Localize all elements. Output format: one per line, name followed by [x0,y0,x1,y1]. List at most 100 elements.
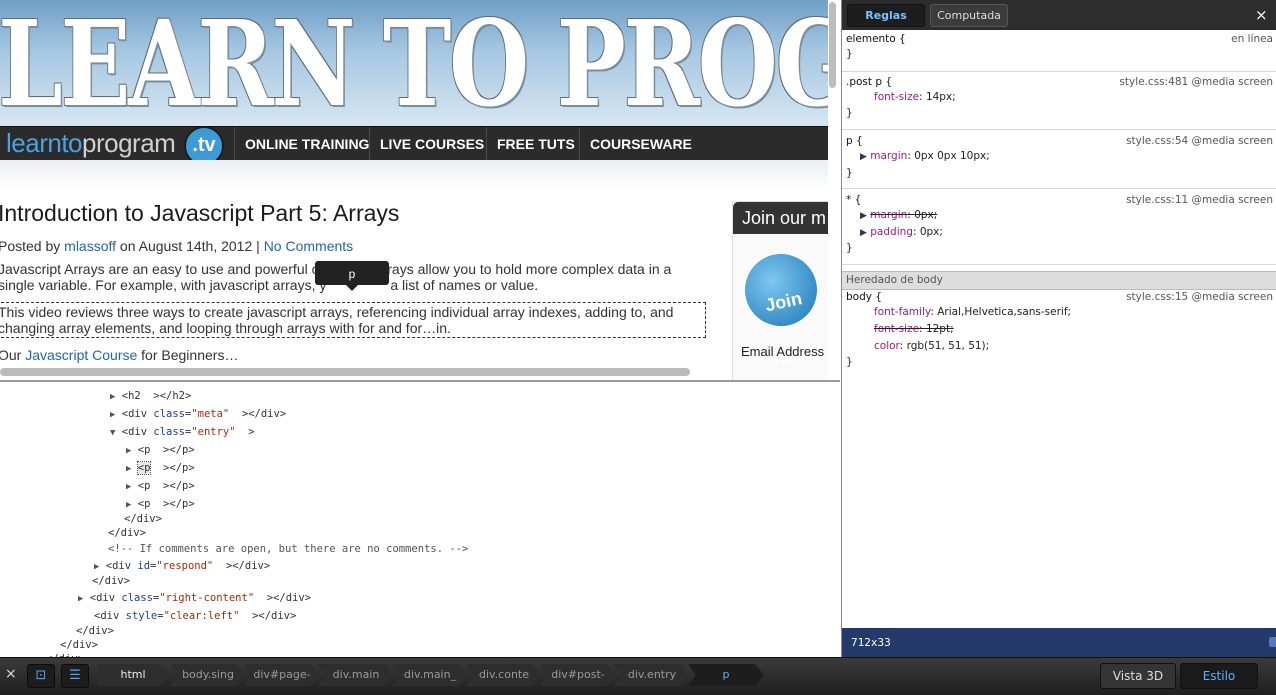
tag-name: div [128,408,147,420]
expand-triangle-icon[interactable]: ▶ [860,211,867,221]
comments-link[interactable]: No Comments [264,238,353,254]
breadcrumb-p-current[interactable]: p [688,664,764,686]
breadcrumb-div-page[interactable]: div#page- [244,664,320,686]
nav-live-courses[interactable]: LIVE COURSES [369,127,494,161]
tag-name: div [261,408,280,420]
rule-source[interactable]: style.css:481 @media screen [1119,76,1273,88]
dom-node-div-clear[interactable]: <div style="clear:left" ></div> [94,608,296,624]
breadcrumb-div-content[interactable]: div.conte [466,664,542,686]
view-3d-button[interactable]: Vista 3D [1100,663,1176,689]
close-icon[interactable]: × [1255,6,1268,24]
tag-name: p [182,462,188,474]
prop-name: font-size [874,323,919,335]
css-declaration[interactable]: font-size: 14px; [874,91,956,103]
prop-value: 14px; [926,91,956,103]
expand-triangle-icon[interactable]: ▶ [94,562,99,572]
prop-value: 0px; [920,226,943,238]
attr-value: "right-content" [159,592,254,604]
prop-name: font-size [874,91,919,103]
css-rule-post-p[interactable]: .post p { style.css:481 @media screen fo… [842,76,1276,130]
dom-close-div: </div> [108,525,146,541]
dom-node-h2[interactable]: ▶ <h2 ></h2> [110,388,191,404]
expand-triangle-icon[interactable]: ▶ [110,392,115,402]
dom-node-p-3[interactable]: ▶ <p ></p> [126,478,195,494]
dom-node-div-meta[interactable]: ▶ <div class="meta" ></div> [110,406,286,422]
css-declaration[interactable]: ▶ margin: 0px 0px 10px; [860,150,990,162]
close-inspector-icon[interactable]: × [5,666,17,682]
prop-name: margin [870,209,907,221]
rule-source[interactable]: style.css:15 @media screen [1126,291,1273,303]
dom-comment: <!-- If comments are open, but there are… [108,541,468,557]
nav-online-training[interactable]: ONLINE TRAINING [234,127,379,161]
para2-text-b: changing array elements, and looping thr… [0,320,451,336]
expand-triangle-icon[interactable]: ▶ [126,500,131,510]
tag-name: h2 [172,390,185,402]
expand-triangle-icon[interactable]: ▶ [860,152,867,162]
tag-name: p [182,498,188,510]
page-vertical-scrollbar[interactable] [829,2,836,88]
dom-tree-panel: ▶ <h2 ></h2> ▶ <div class="meta" ></div>… [0,380,840,659]
css-declaration[interactable]: color: rgb(51, 51, 51); [874,340,989,352]
dom-close-div: </div> [92,573,130,589]
javascript-course-link[interactable]: Javascript Course [25,347,137,363]
breadcrumb-html[interactable]: html [98,664,168,686]
nav-free-tuts[interactable]: FREE TUTS [486,127,585,161]
css-declaration-overridden[interactable]: font-size: 12pt; [874,323,954,335]
dom-node-div-right-content[interactable]: ▶ <div class="right-content" ></div> [78,590,311,606]
rule-source[interactable]: style.css:54 @media screen [1126,135,1273,147]
dom-node-p-1[interactable]: ▶ <p ></p> [126,442,195,458]
site-logo[interactable]: learntoprogram [6,128,175,159]
breadcrumb-body[interactable]: body.sing [170,664,246,686]
expand-triangle-icon[interactable]: ▶ [110,410,115,420]
breadcrumb-div-entry[interactable]: div.entry [614,664,690,686]
css-rule-element[interactable]: elemento { en línea } [842,33,1276,72]
page-horizontal-scrollbar[interactable] [0,368,690,376]
css-declaration[interactable]: font-family: Arial,Helvetica,sans-serif; [874,306,1071,318]
page-body: Introduction to Javascript Part 5: Array… [0,160,828,380]
dom-node-p-4[interactable]: ▶ <p ></p> [126,496,195,512]
meta-prefix: Posted by [0,238,60,254]
tag-name: p [144,444,150,456]
css-rule-body[interactable]: body { style.css:15 @media screen font-f… [842,291,1276,371]
dom-node-p-2-selected[interactable]: ▶ <p ></p> [126,460,195,476]
expand-triangle-icon[interactable]: ▶ [860,228,867,238]
collapse-triangle-icon[interactable]: ▼ [110,428,115,438]
join-now-badge[interactable]: JoinNow! [738,247,823,332]
css-rule-p[interactable]: p { style.css:54 @media screen ▶ margin:… [842,135,1276,189]
post-paragraph-2-highlighted[interactable]: This video reviews three ways to create … [0,304,704,336]
logo-part2: program [82,128,175,158]
tag-name: div [73,639,92,651]
expand-triangle-icon[interactable]: ▶ [126,446,131,456]
author-link[interactable]: mlassoff [64,238,116,254]
attr-value: "entry" [191,426,235,438]
dom-node-div-respond[interactable]: ▶ <div id="respond" ></div> [94,558,270,574]
breadcrumb-div-post[interactable]: div#post- [540,664,616,686]
prop-name: padding [870,226,913,238]
select-element-icon[interactable]: ⊡ [27,664,55,688]
rule-source[interactable]: en línea [1231,33,1273,45]
expand-triangle-icon[interactable]: ▶ [126,482,131,492]
dom-view-icon[interactable]: ☰ [61,664,89,688]
site-banner: LEARN TO PROGRA [0,0,828,128]
tag-name: div [128,426,147,438]
style-button[interactable]: Estilo [1180,663,1258,689]
css-rule-universal[interactable]: * { style.css:11 @media screen ▶ margin:… [842,194,1276,265]
expand-panel-icon[interactable] [1269,637,1276,647]
attr-value: "clear:left" [164,610,240,622]
tab-rules[interactable]: Reglas [847,4,925,27]
breadcrumb-div-main-[interactable]: div.main_ [392,664,468,686]
rule-selector: body { [846,291,882,303]
breadcrumb-div-main[interactable]: div.main [318,664,394,686]
dom-node-div-entry[interactable]: ▼ <div class="entry" > [110,424,255,440]
para1-text-a: Javascript Arrays are an easy to use and… [0,261,319,277]
page-viewport[interactable]: LEARN TO PROGRA learntoprogram .tv ONLIN… [0,0,828,380]
nav-courseware[interactable]: COURSEWARE [579,127,702,161]
expand-triangle-icon[interactable]: ▶ [78,594,83,604]
banner-title: LEARN TO PROGRA [0,0,828,128]
css-declaration[interactable]: ▶ padding: 0px; [860,226,943,238]
email-label-text: Email Address [741,344,824,359]
expand-triangle-icon[interactable]: ▶ [126,464,131,474]
tab-computed[interactable]: Computada [930,4,1008,27]
css-declaration-overridden[interactable]: ▶ margin: 0px; [860,209,937,221]
rule-source[interactable]: style.css:11 @media screen [1126,194,1273,206]
